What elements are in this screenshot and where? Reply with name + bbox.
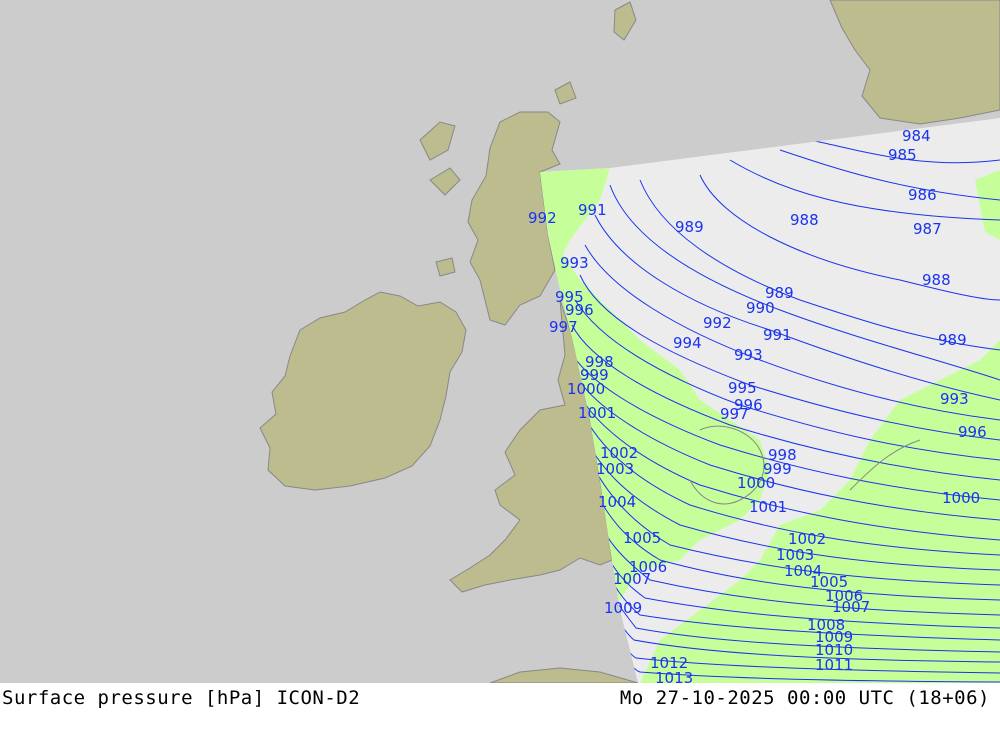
- isobar-label: 1001: [749, 498, 787, 516]
- pressure-map[interactable]: 984 985 986 987 988 988 989 989 989 990 …: [0, 0, 1000, 683]
- isobar-label: 986: [908, 186, 937, 204]
- isobar-label: 1005: [623, 529, 661, 547]
- isobar-label: 988: [790, 211, 819, 229]
- isobar-label: 988: [922, 271, 951, 289]
- isobar-label: 990: [746, 299, 775, 317]
- isobar-label: 1011: [815, 656, 853, 674]
- map-viewer: 984 985 986 987 988 988 989 989 989 990 …: [0, 0, 1000, 733]
- isobar-label: 997: [720, 405, 749, 423]
- isobar-label: 1000: [942, 489, 980, 507]
- map-title: Surface pressure [hPa] ICON-D2: [2, 687, 361, 709]
- isobar-label: 991: [763, 326, 792, 344]
- isobar-label: 1009: [604, 599, 642, 617]
- isobar-label: 989: [938, 331, 967, 349]
- isobar-label: 995: [728, 379, 757, 397]
- isobar-label: 994: [673, 334, 702, 352]
- isobar-label: 993: [940, 390, 969, 408]
- isobar-label: 1007: [832, 598, 870, 616]
- isobar-label: 989: [675, 218, 704, 236]
- isobar-label: 1004: [598, 493, 636, 511]
- isobar-label: 987: [913, 220, 942, 238]
- isobar-label: 993: [734, 346, 763, 364]
- isobar-label: 984: [902, 127, 931, 145]
- isobar-label: 985: [888, 146, 917, 164]
- isobar-label: 992: [703, 314, 732, 332]
- isobar-label: 991: [578, 201, 607, 219]
- isobar-label: 1001: [578, 404, 616, 422]
- isobar-label: 1013: [655, 669, 693, 683]
- isobar-label: 1007: [613, 570, 651, 588]
- valid-time: Mo 27-10-2025 00:00 UTC (18+06): [619, 687, 990, 709]
- isobar-label: 992: [528, 209, 557, 227]
- isobar-label: 993: [560, 254, 589, 272]
- isobar-label: 1000: [737, 474, 775, 492]
- isobar-label: 996: [565, 301, 594, 319]
- isobar-label: 1000: [567, 380, 605, 398]
- isobar-label: 996: [958, 423, 987, 441]
- status-footer: Surface pressure [hPa] ICON-D2 Mo 27-10-…: [0, 683, 1000, 733]
- isobar-label: 997: [549, 318, 578, 336]
- isobar-label: 1003: [596, 460, 634, 478]
